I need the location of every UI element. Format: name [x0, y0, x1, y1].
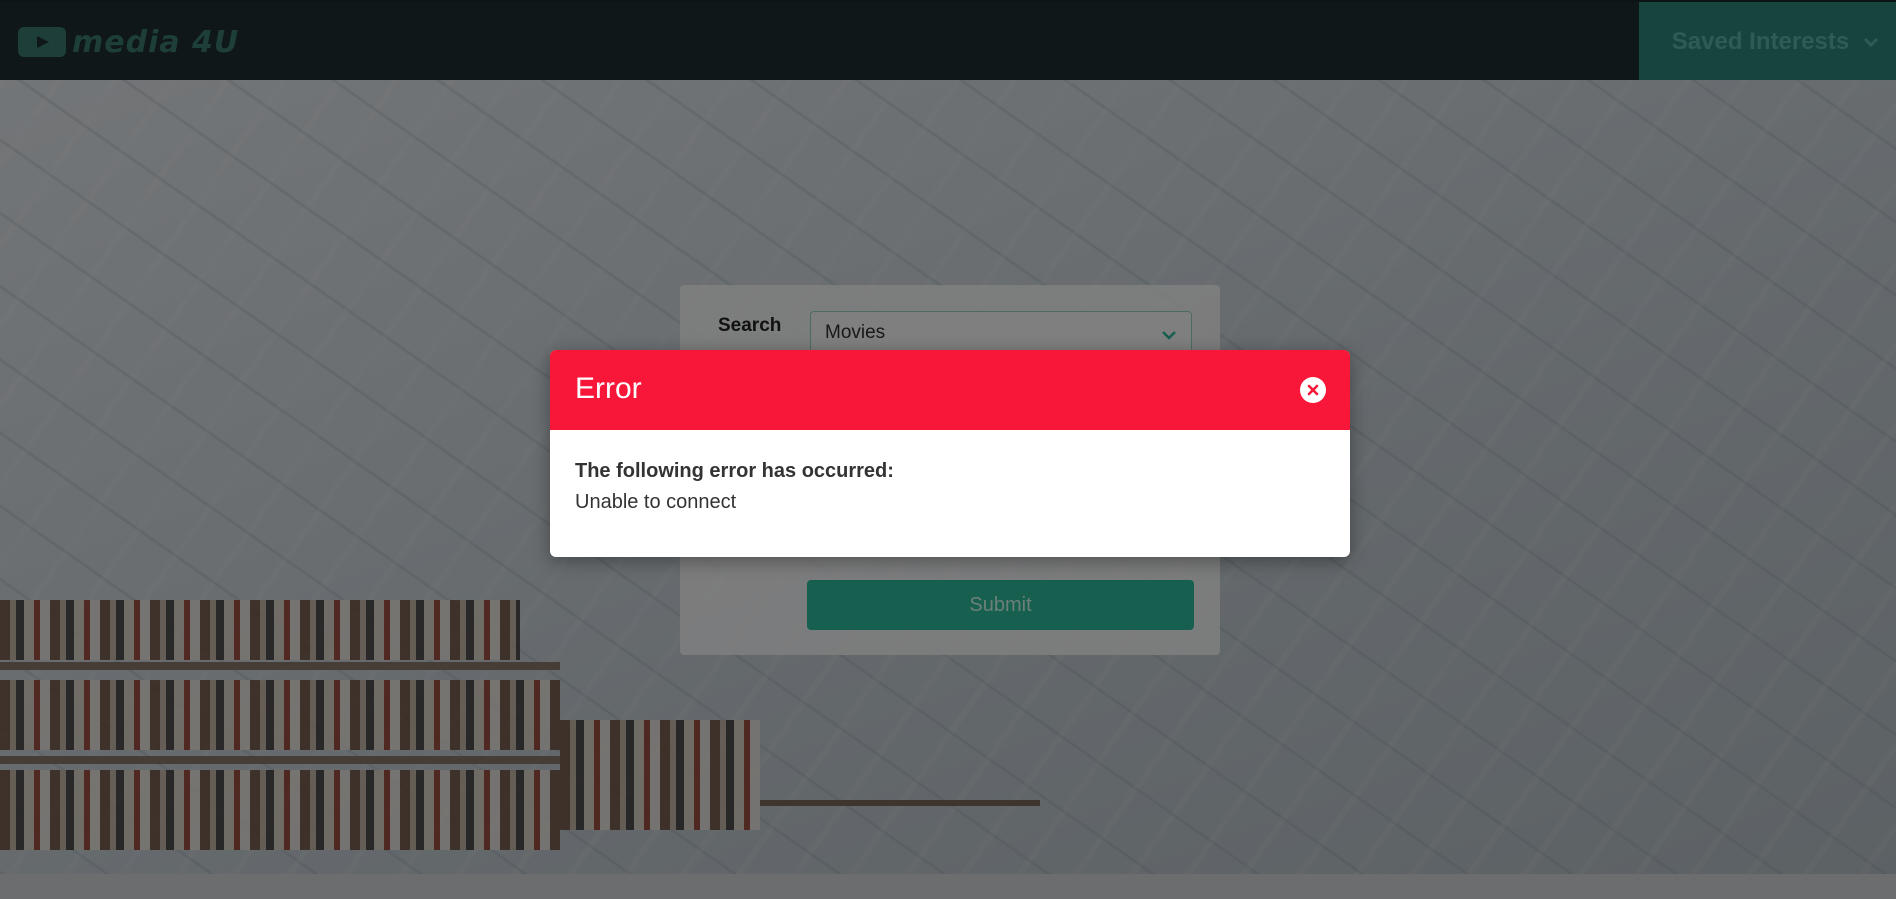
close-icon[interactable] — [1300, 377, 1326, 403]
modal-body: The following error has occurred: Unable… — [550, 430, 1350, 514]
error-heading: The following error has occurred: — [575, 460, 894, 482]
error-message: Unable to connect — [575, 491, 737, 513]
modal-header: Error — [550, 350, 1350, 430]
modal-title: Error — [575, 372, 642, 405]
error-modal: Error The following error has occurred: … — [550, 350, 1350, 557]
